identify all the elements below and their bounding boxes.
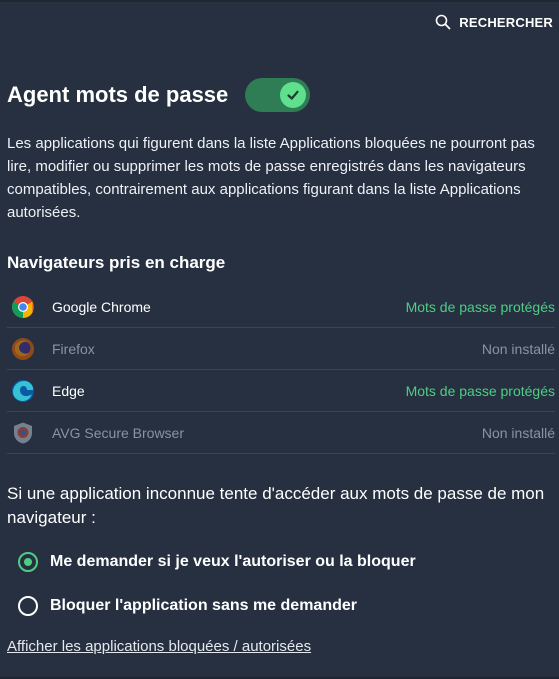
- browser-row-edge: Edge Mots de passe protégés: [7, 370, 555, 412]
- option-label: Me demander si je veux l'autoriser ou la…: [50, 553, 416, 570]
- option-label: Bloquer l'application sans me demander: [50, 597, 357, 614]
- search-label: RECHERCHER: [459, 14, 553, 30]
- description-text: Les applications qui figurent dans la li…: [7, 135, 535, 221]
- option-ask-me[interactable]: Me demander si je veux l'autoriser ou la…: [18, 550, 416, 574]
- browser-name: Google Chrome: [52, 298, 151, 315]
- edge-icon: [11, 379, 35, 403]
- top-divider: [0, 0, 559, 2]
- browser-status: Non installé: [481, 424, 555, 441]
- browser-list: Google Chrome Mots de passe protégés Fir…: [7, 286, 555, 454]
- password-agent-toggle[interactable]: [245, 78, 311, 112]
- option-block-app[interactable]: Bloquer l'application sans me demander: [18, 594, 416, 618]
- browser-row-chrome: Google Chrome Mots de passe protégés: [7, 286, 555, 328]
- browser-row-avg: AVG Secure Browser Non installé: [7, 412, 555, 454]
- radio-ask-me[interactable]: [18, 552, 38, 572]
- show-blocked-allowed-apps-link[interactable]: Afficher les applications bloquées / aut…: [7, 638, 311, 655]
- toggle-knob: [280, 82, 307, 108]
- browser-name: Edge: [52, 382, 85, 399]
- unknown-app-question: Si une application inconnue tente d'accé…: [7, 484, 545, 527]
- search-icon: [435, 14, 451, 30]
- radio-block-app[interactable]: [18, 596, 38, 616]
- browser-name: AVG Secure Browser: [52, 424, 185, 441]
- browser-status: Non installé: [481, 340, 555, 357]
- page-header: Agent mots de passe: [7, 78, 311, 112]
- avg-browser-icon: [11, 421, 35, 445]
- supported-browsers-title: Navigateurs pris en charge: [7, 253, 226, 272]
- chrome-icon: [11, 295, 35, 319]
- browser-name: Firefox: [52, 340, 95, 357]
- unknown-app-options: Me demander si je veux l'autoriser ou la…: [18, 550, 416, 638]
- page-title: Agent mots de passe: [7, 82, 229, 107]
- search-button[interactable]: RECHERCHER: [435, 14, 553, 30]
- firefox-icon: [11, 337, 35, 361]
- password-agent-panel: RECHERCHER Agent mots de passe Les appli…: [0, 0, 559, 679]
- browser-status: Mots de passe protégés: [405, 382, 555, 399]
- browser-status: Mots de passe protégés: [405, 298, 555, 315]
- browser-row-firefox: Firefox Non installé: [7, 328, 555, 370]
- checkmark-icon: [287, 90, 299, 100]
